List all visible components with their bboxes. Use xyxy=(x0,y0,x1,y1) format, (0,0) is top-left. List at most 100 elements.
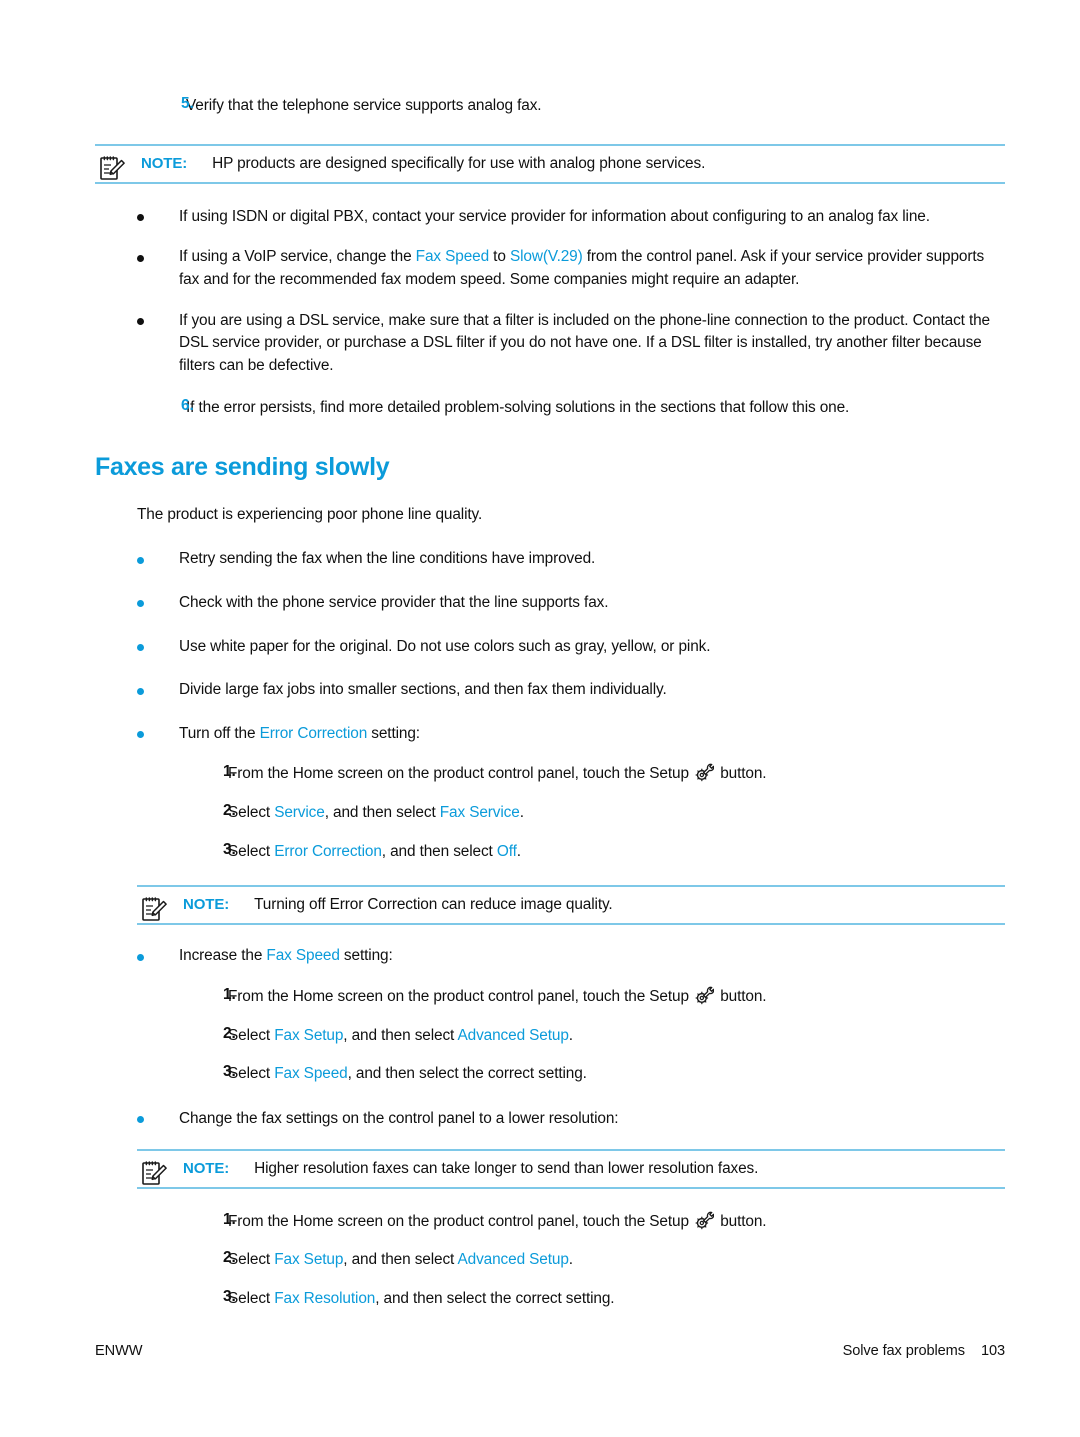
ui-term-fax-setup: Fax Setup xyxy=(274,1026,344,1044)
note-box-analog-phone: NOTE: HP products are designed specifica… xyxy=(95,143,1005,184)
ui-term-error-correction: Error Correction xyxy=(259,724,368,742)
section-intro-wrapper: The product is experiencing poor phone l… xyxy=(137,504,1005,527)
res-s1-pre: From the Home screen on the product cont… xyxy=(228,1212,694,1230)
bullet-point-icon xyxy=(137,731,144,739)
bullet-point-icon xyxy=(137,953,144,961)
bullet-text: Change the fax settings on the control p… xyxy=(179,1109,619,1127)
list-item-check-provider: Check with the phone service provider th… xyxy=(137,592,1005,615)
bullet-point-icon xyxy=(137,556,144,564)
remedy-list-wrapper: Retry sending the fax when the line cond… xyxy=(137,548,1005,1310)
note-text: Turning off Error Correction can reduce … xyxy=(254,896,613,914)
step-text: From the Home screen on the product cont… xyxy=(228,1211,767,1230)
step-text: If the error persists, find more detaile… xyxy=(186,399,850,417)
ec-text-pre: Turn off the xyxy=(179,724,260,742)
bullet-text: Use white paper for the original. Do not… xyxy=(179,637,711,655)
bullet-text: Check with the phone service provider th… xyxy=(179,593,609,611)
ui-term-fax-service: Fax Service xyxy=(439,804,520,822)
step-text: From the Home screen on the product cont… xyxy=(228,763,767,783)
step-text: Select Fax Resolution, and then select t… xyxy=(228,1289,615,1307)
page-title: Faxes are sending slowly xyxy=(95,453,390,482)
list-item-step-6: 6. If the error persists, find more deta… xyxy=(181,397,850,417)
note-box-image-quality: NOTE: Turning off Error Correction can r… xyxy=(137,885,1005,926)
section-intro-text: The product is experiencing poor phone l… xyxy=(137,505,483,523)
document-page: 5. Verify that the telephone service sup… xyxy=(0,0,1080,1437)
fs-s1-pre: From the Home screen on the product cont… xyxy=(228,988,694,1006)
list-item-res-step-1: 1. From the Home screen on the product c… xyxy=(223,1210,767,1230)
bullet-point-icon xyxy=(137,254,144,262)
page-footer: ENWW Solve fax problems 103 xyxy=(95,1343,1005,1359)
ui-term-slow-v29: Slow(V.29) xyxy=(509,248,583,266)
step-text: Select Fax Setup, and then select Advanc… xyxy=(228,1027,573,1044)
setup-wrench-gear-icon xyxy=(695,986,715,1005)
bullet-point-icon xyxy=(137,317,144,325)
fs-text-post: setting: xyxy=(339,947,393,965)
ui-term-error-correction: Error Correction xyxy=(274,842,382,860)
top-numbered-list: 5. Verify that the telephone service sup… xyxy=(95,95,1005,118)
list-item-fs-step-2: 2. Select Fax Setup, and then select Adv… xyxy=(223,1024,573,1044)
ui-term-fax-speed: Fax Speed xyxy=(266,947,340,965)
fs-s2-post: . xyxy=(568,1026,573,1044)
setup-wrench-gear-icon xyxy=(695,763,715,782)
step5-subbullets-wrapper: If using ISDN or digital PBX, contact yo… xyxy=(137,206,1005,378)
ui-term-advanced-setup: Advanced Setup xyxy=(457,1026,569,1044)
footer-right-group: Solve fax problems 103 xyxy=(843,1343,1005,1359)
list-item-divide-jobs: Divide large fax jobs into smaller secti… xyxy=(137,679,1005,702)
bullet-point-icon xyxy=(137,643,144,651)
step-text: Verify that the telephone service suppor… xyxy=(186,97,542,114)
top-numbered-list-continued: 6. If the error persists, find more deta… xyxy=(95,397,1005,420)
ec-s1-post: button. xyxy=(716,765,767,783)
res-s1-post: button. xyxy=(716,1212,767,1230)
page-content: 5. Verify that the telephone service sup… xyxy=(95,95,1005,1311)
list-item-res-step-2: 2. Select Fax Setup, and then select Adv… xyxy=(223,1249,573,1269)
ui-term-fax-setup: Fax Setup xyxy=(274,1251,344,1269)
setup-wrench-gear-icon xyxy=(695,1211,715,1230)
list-item-ec-step-1: 1. From the Home screen on the product c… xyxy=(223,763,767,783)
bullet-text: If using a VoIP service, change the Fax … xyxy=(179,248,984,288)
error-correction-step-list: 1. From the Home screen on the product c… xyxy=(137,763,1005,863)
voip-text-mid: to xyxy=(489,248,510,266)
bullet-point-icon xyxy=(137,687,144,695)
ui-term-fax-speed: Fax Speed xyxy=(415,248,490,266)
list-item-error-correction: Turn off the Error Correction setting: 1… xyxy=(137,723,1005,946)
bullet-text: Retry sending the fax when the line cond… xyxy=(179,550,596,568)
bullet-point-icon xyxy=(137,1116,144,1124)
note-box-resolution-time: NOTE: Higher resolution faxes can take l… xyxy=(137,1148,1005,1189)
fax-speed-step-list: 1. From the Home screen on the product c… xyxy=(137,986,1005,1086)
list-item-dsl: If you are using a DSL service, make sur… xyxy=(137,310,1005,378)
fs-s2-mid: , and then select xyxy=(343,1026,458,1044)
ui-term-fax-resolution: Fax Resolution xyxy=(274,1289,376,1307)
ec-s3-post: . xyxy=(516,842,521,860)
note-clipboard-pencil-icon xyxy=(141,1159,167,1187)
step-text: Select Fax Speed, and then select the co… xyxy=(228,1065,587,1082)
step-text: Select Service, and then select Fax Serv… xyxy=(228,804,524,821)
list-item-lower-resolution: Change the fax settings on the control p… xyxy=(137,1108,1005,1311)
list-item-fs-step-3: 3. Select Fax Speed, and then select the… xyxy=(223,1063,587,1083)
list-item-ec-step-3: 3. Select Error Correction, and then sel… xyxy=(223,840,521,860)
ec-s1-pre: From the Home screen on the product cont… xyxy=(228,765,694,783)
list-item-fs-step-1: 1. From the Home screen on the product c… xyxy=(223,986,767,1006)
bullet-text: Increase the Fax Speed setting: xyxy=(179,947,393,964)
res-s3-mid: , and then select the correct setting. xyxy=(375,1289,615,1307)
note-text: HP products are designed specifically fo… xyxy=(212,154,706,172)
list-item-ec-step-2: 2. Select Service, and then select Fax S… xyxy=(223,802,524,822)
ui-term-service: Service xyxy=(274,804,325,822)
fs-text-pre: Increase the xyxy=(179,947,267,965)
fs-s1-post: button. xyxy=(716,988,767,1006)
list-item-fax-speed: Increase the Fax Speed setting: 1. From … xyxy=(137,945,1005,1108)
ec-s2-mid: , and then select xyxy=(324,804,440,822)
ui-term-fax-speed: Fax Speed xyxy=(274,1065,348,1083)
step-text: Select Error Correction, and then select… xyxy=(228,843,521,860)
bullet-text: If you are using a DSL service, make sur… xyxy=(179,311,990,374)
list-item-step-5: 5. Verify that the telephone service sup… xyxy=(181,95,542,114)
note-label: NOTE: xyxy=(183,1159,230,1177)
footer-page-number: 103 xyxy=(980,1343,1005,1359)
step-text: Select Fax Setup, and then select Advanc… xyxy=(228,1251,573,1268)
note-clipboard-pencil-icon xyxy=(99,154,125,182)
remedy-bullet-list: Retry sending the fax when the line cond… xyxy=(137,548,1005,1310)
sub-bullet-list: If using ISDN or digital PBX, contact yo… xyxy=(137,206,1005,378)
list-item-voip: If using a VoIP service, change the Fax … xyxy=(137,246,1005,291)
footer-section-title: Solve fax problems xyxy=(842,1343,965,1359)
bullet-point-icon xyxy=(137,600,144,608)
list-item-isdn: If using ISDN or digital PBX, contact yo… xyxy=(137,206,1005,229)
bullet-text: Divide large fax jobs into smaller secti… xyxy=(179,681,667,699)
